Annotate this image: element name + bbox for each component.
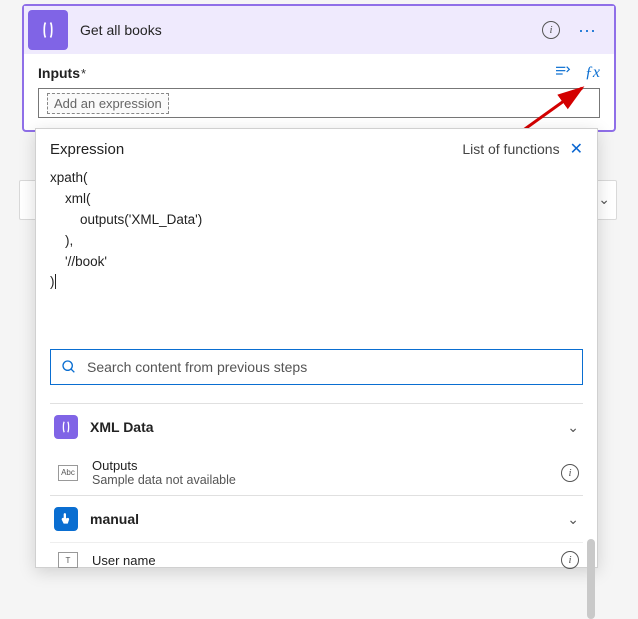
info-icon[interactable]: i [561,464,579,482]
dynamic-content-icon[interactable] [553,64,571,82]
info-icon[interactable]: i [561,551,579,569]
info-icon[interactable]: i [542,21,572,39]
expression-editor[interactable]: xpath( xml( outputs('XML_Data') ), '//bo… [50,167,583,347]
inputs-field[interactable]: Add an expression [38,88,600,118]
text-icon: T [58,552,78,568]
step-item-sub: Sample data not available [92,473,547,487]
action-icon [28,10,68,50]
step-group-title: manual [90,511,555,527]
braces-icon [54,415,78,439]
step-item-outputs[interactable]: Abc Outputs Sample data not available i [50,450,583,495]
step-group-xml-data[interactable]: XML Data ⌄ [50,403,583,450]
inputs-label: Inputs [38,65,80,81]
touch-icon [54,507,78,531]
step-item-username[interactable]: T User name i [50,542,583,577]
chevron-down-icon: ⌄ [567,511,579,528]
expression-panel: Expression List of functions ✕ xpath( xm… [35,128,598,568]
step-group-manual[interactable]: manual ⌄ [50,495,583,542]
action-card: Get all books i ··· Inputs * ƒx Add an e… [22,4,616,132]
close-icon[interactable]: ✕ [570,139,583,159]
chevron-down-icon: ⌄ [567,419,579,436]
required-mark: * [81,66,86,81]
chevron-down-icon: ⌄ [598,191,610,208]
search-placeholder: Search content from previous steps [87,359,307,375]
fx-icon[interactable]: ƒx [585,64,600,82]
scrollbar-thumb[interactable] [587,539,595,619]
action-header[interactable]: Get all books i ··· [24,6,614,54]
search-icon [61,359,77,375]
search-previous-steps[interactable]: Search content from previous steps [50,349,583,385]
expression-chip[interactable]: Add an expression [47,93,169,114]
list-of-functions-link[interactable]: List of functions [462,141,559,157]
step-group-title: XML Data [90,419,555,435]
expression-panel-title: Expression [50,141,124,158]
step-item-name: User name [92,553,547,568]
abc-icon: Abc [58,465,78,481]
more-icon[interactable]: ··· [572,20,602,41]
action-title: Get all books [80,22,542,38]
step-item-name: Outputs [92,458,547,473]
